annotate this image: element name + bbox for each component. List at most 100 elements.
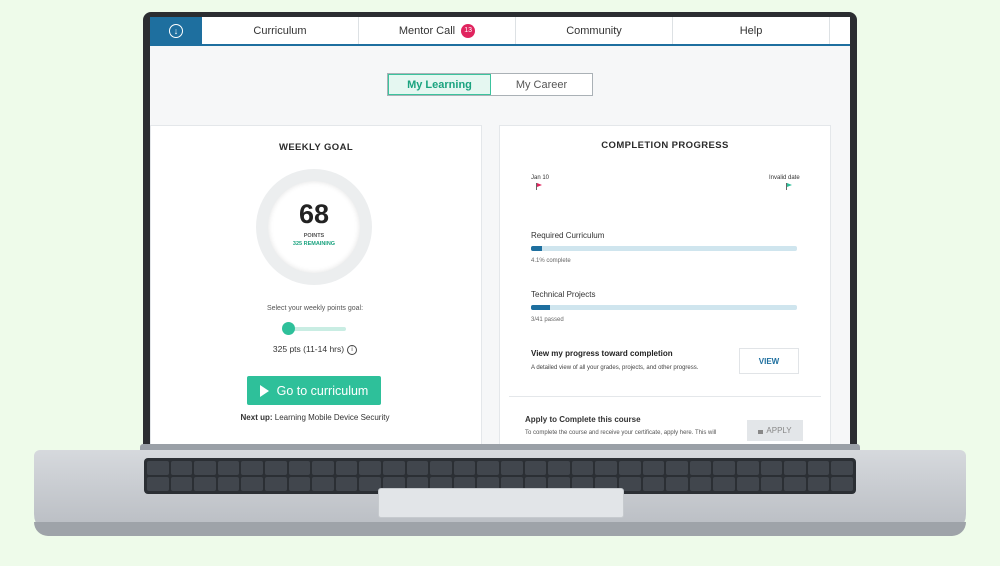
end-flag-icon [787,183,792,187]
points-gauge-inner: 68 POINTS 325 REMAINING [268,181,360,273]
keyboard-key [737,461,759,475]
apply-description: To complete the course and receive your … [525,430,717,436]
keyboard-key [312,461,334,475]
keyboard-key [831,477,853,491]
points-label: POINTS [303,233,325,239]
trackpad [378,488,624,518]
home-icon: ↓ [169,23,183,38]
apply-button[interactable]: APPLY [747,420,803,441]
top-nav: ↓ Curriculum Mentor Call 13 Community He… [150,17,850,46]
keyboard-key [241,461,263,475]
weekly-goal-title: WEEKLY GOAL [278,142,354,153]
next-up: Next up: Learning Mobile Device Security [150,413,480,422]
keyboard-key [737,477,759,491]
points-value: 68 [298,199,330,229]
nav-tab-label: Mentor Call [398,24,456,37]
keyboard-key [217,461,240,475]
required-curriculum-status: 4.1% complete [531,258,571,264]
nav-tab-mentor-call[interactable]: Mentor Call 13 [359,17,516,44]
keyboard-key [170,477,193,491]
keyboard-key [147,477,169,491]
keyboard-key [265,477,287,491]
keyboard-key [194,461,216,475]
keyboard-key [147,461,169,475]
keyboard-key [831,461,853,475]
keyboard-key [170,461,193,475]
next-up-label: Next up: [240,413,273,422]
nav-tab-label: Curriculum [253,24,307,37]
nav-tab-curriculum[interactable]: Curriculum [202,17,359,44]
keyboard-key [713,461,735,475]
keyboard-key [335,477,358,491]
nav-tab-label: Help [739,24,763,37]
keyboard-key [689,477,712,491]
view-progress-title: View my progress toward completion [531,349,673,358]
keyboard-key [453,461,476,475]
keyboard-key [548,461,570,475]
apply-title: Apply to Complete this course [525,415,641,424]
end-date: Invalid date [769,175,800,181]
keyboard-key [666,477,688,491]
go-to-curriculum-label: Go to curriculum [276,383,369,398]
learning-career-toggle: My Learning My Career [387,73,593,96]
keyboard-key [713,477,735,491]
view-progress-description: A detailed view of all your grades, proj… [531,365,699,371]
keyboard-key [760,461,783,475]
technical-projects-progress-bar [531,305,797,310]
keyboard-key [406,461,429,475]
keyboard-key [807,477,830,491]
keyboard-key [217,477,240,491]
keyboard-key [288,477,311,491]
keyboard-key [501,461,523,475]
start-date: Jan 10 [531,175,550,181]
technical-projects-progress-fill [531,305,551,310]
keyboard-key [265,461,287,475]
keyboard-key [524,461,547,475]
notification-badge: 13 [461,23,476,38]
lock-icon [758,429,764,434]
technical-projects-label: Technical Projects [531,290,596,299]
laptop-base [34,450,966,536]
keyboard-key [288,461,311,475]
points-goal-readout: 325 pts (11-14 hrs) i [150,344,480,355]
tab-my-learning[interactable]: My Learning [388,74,491,95]
next-up-value[interactable]: Learning Mobile Device Security [275,413,390,422]
points-goal-text: 325 pts (11-14 hrs) [272,344,345,354]
required-curriculum-progress-fill [531,246,542,251]
keyboard-key [619,461,641,475]
nav-tab-help[interactable]: Help [673,17,830,44]
points-gauge: 68 POINTS 325 REMAINING [256,169,372,285]
keyboard-key [666,461,688,475]
info-icon[interactable]: i [347,344,358,355]
completion-progress-card: COMPLETION PROGRESS [499,125,831,447]
keyboard-key [477,461,499,475]
keyboard-key [383,461,405,475]
keyboard-key [312,477,334,491]
keyboard-key [241,477,263,491]
required-curriculum-label: Required Curriculum [531,231,605,240]
required-curriculum-progress-bar [531,246,797,251]
apply-button-label: APPLY [766,426,792,435]
nav-tab-community[interactable]: Community [516,17,673,44]
keyboard-key [194,477,216,491]
keyboard-key [784,461,806,475]
view-progress-button[interactable]: VIEW [739,348,799,374]
points-remaining: 325 REMAINING [292,241,336,247]
keyboard-key [642,461,665,475]
completion-progress-title: COMPLETION PROGRESS [601,140,729,151]
screen: ↓ Curriculum Mentor Call 13 Community He… [150,17,850,447]
keyboard-key [642,477,665,491]
go-to-curriculum-button[interactable]: Go to curriculum [247,376,381,405]
slider-handle[interactable] [282,322,295,335]
keyboard-key [571,461,594,475]
keyboard-key [760,477,783,491]
keyboard-key [784,477,806,491]
slider-label: Select your weekly points goal: [266,305,364,312]
technical-projects-status: 3/41 passed [531,317,564,323]
laptop-base-edge [34,522,966,536]
home-button[interactable]: ↓ [150,17,202,44]
start-flag-icon [537,183,542,187]
keyboard-key [595,461,617,475]
tab-my-career[interactable]: My Career [491,74,592,95]
play-icon [259,384,269,397]
